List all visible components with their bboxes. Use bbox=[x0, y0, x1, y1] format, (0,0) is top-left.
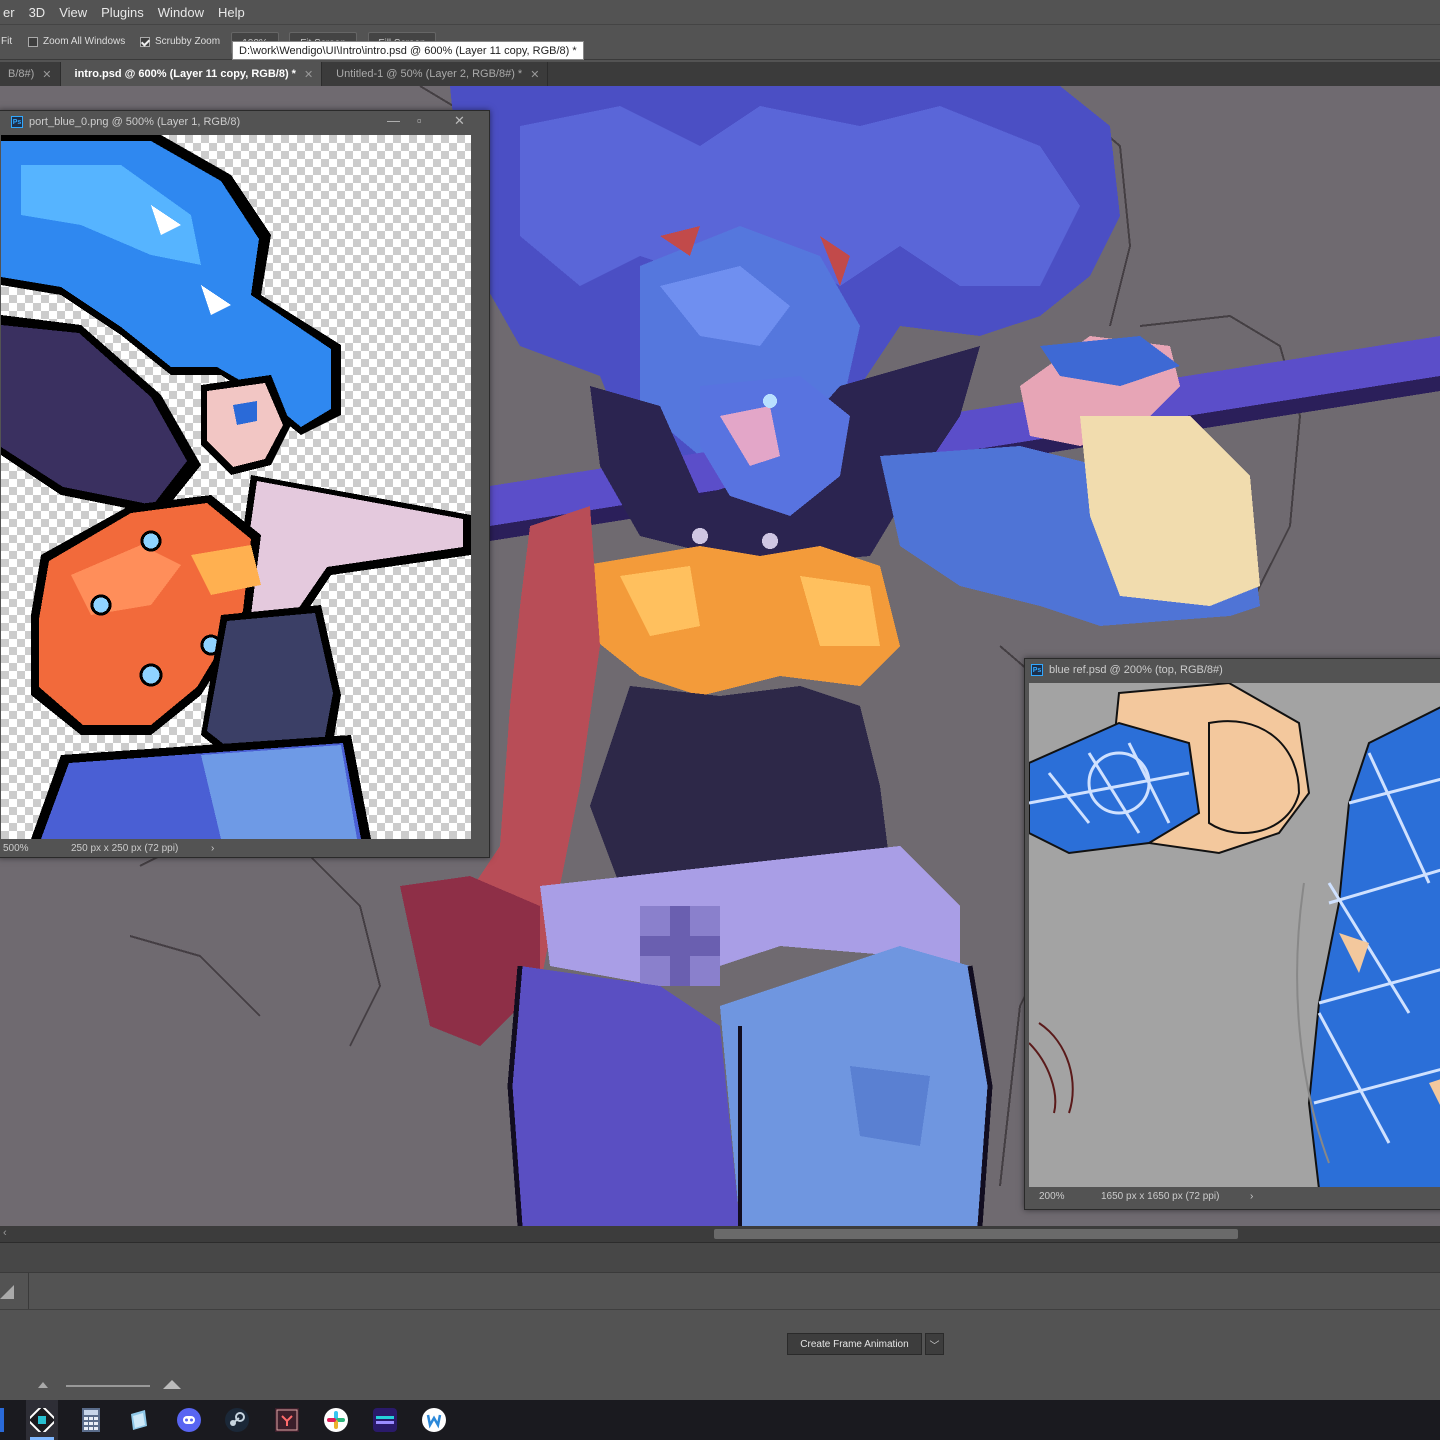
menu-view[interactable]: View bbox=[52, 5, 94, 20]
doc-window-title: port_blue_0.png @ 500% (Layer 1, RGB/8) bbox=[29, 116, 241, 128]
doc-size: 250 px x 250 px (72 ppi) bbox=[71, 842, 179, 854]
divider bbox=[0, 1309, 1440, 1310]
scrubby-zoom-option[interactable]: Scrubby Zoom bbox=[140, 36, 220, 47]
calculator-icon[interactable] bbox=[77, 1406, 105, 1434]
panel-header bbox=[0, 1242, 1440, 1272]
fit-label: Fit bbox=[1, 36, 13, 47]
menu-layer[interactable]: er bbox=[0, 5, 22, 20]
blue-ref-canvas[interactable] bbox=[1029, 683, 1440, 1189]
amazon-music-icon[interactable] bbox=[371, 1406, 399, 1434]
doc-window-titlebar[interactable]: Ps blue ref.psd @ 200% (top, RGB/8#) bbox=[1025, 659, 1440, 681]
divider bbox=[28, 1273, 29, 1309]
wunderlist-icon[interactable] bbox=[420, 1406, 448, 1434]
zoom-slider-track[interactable] bbox=[66, 1385, 150, 1387]
steam-icon[interactable] bbox=[223, 1406, 251, 1434]
scrubby-zoom-label: Scrubby Zoom bbox=[155, 36, 221, 47]
chevron-down-icon[interactable]: ﹀ bbox=[925, 1333, 944, 1355]
doc-status-bar: 500% 250 px x 250 px (72 ppi) › bbox=[0, 839, 489, 857]
unity-icon[interactable] bbox=[28, 1406, 56, 1434]
tab-intro[interactable]: intro.psd @ 600% (Layer 11 copy, RGB/8) … bbox=[60, 62, 323, 86]
taskbar bbox=[0, 1400, 1440, 1440]
zoom-all-windows-checkbox[interactable] bbox=[28, 36, 38, 47]
tab-previous[interactable]: B/8#) ✕ bbox=[0, 62, 61, 86]
portrait-artwork bbox=[1, 135, 471, 839]
menu-bar: er 3D View Plugins Window Help bbox=[0, 0, 1440, 24]
timeline-panel bbox=[0, 1272, 1440, 1394]
scrubby-zoom-checkbox[interactable] bbox=[140, 36, 150, 47]
panel-menu-icon[interactable] bbox=[0, 1285, 14, 1299]
chevron-right-icon[interactable]: › bbox=[211, 843, 214, 854]
ps-file-icon: Ps bbox=[11, 116, 23, 128]
close-icon[interactable]: ✕ bbox=[454, 113, 465, 129]
taskbar-edge-icon[interactable] bbox=[0, 1408, 4, 1432]
path-tooltip: D:\work\Wendigo\UI\Intro\intro.psd @ 600… bbox=[232, 41, 584, 60]
zoom-out-icon[interactable] bbox=[38, 1382, 48, 1388]
zoom-in-icon[interactable] bbox=[163, 1380, 181, 1389]
close-icon[interactable]: ✕ bbox=[304, 68, 313, 81]
menu-help[interactable]: Help bbox=[211, 5, 252, 20]
timeline-zoom-slider[interactable] bbox=[0, 1378, 1440, 1394]
slack-icon[interactable] bbox=[322, 1406, 350, 1434]
doc-status-bar: 200% 1650 px x 1650 px (72 ppi) › bbox=[1025, 1187, 1440, 1205]
zoom-level[interactable]: 200% bbox=[1039, 1191, 1065, 1202]
maximize-icon[interactable]: ▫ bbox=[417, 113, 422, 128]
create-frame-animation-button[interactable]: Create Frame Animation bbox=[787, 1333, 922, 1355]
notes-icon[interactable] bbox=[125, 1406, 153, 1434]
menu-plugins[interactable]: Plugins bbox=[94, 5, 151, 20]
horizontal-scrollbar[interactable]: ‹ bbox=[0, 1226, 1440, 1242]
discord-icon[interactable] bbox=[175, 1406, 203, 1434]
port-canvas[interactable] bbox=[1, 135, 471, 839]
scrollbar-thumb[interactable] bbox=[714, 1229, 1238, 1239]
doc-window-titlebar[interactable]: Ps port_blue_0.png @ 500% (Layer 1, RGB/… bbox=[0, 111, 489, 133]
document-tabs: B/8#) ✕ intro.psd @ 600% (Layer 11 copy, … bbox=[0, 62, 1440, 86]
scroll-left-icon[interactable]: ‹ bbox=[3, 1227, 7, 1239]
menu-3d[interactable]: 3D bbox=[22, 5, 53, 20]
doc-window-title: blue ref.psd @ 200% (top, RGB/8#) bbox=[1049, 664, 1223, 676]
zoom-level[interactable]: 500% bbox=[3, 843, 29, 854]
ps-file-icon: Ps bbox=[1031, 664, 1043, 676]
aseprite-icon[interactable] bbox=[273, 1406, 301, 1434]
doc-window-blue-ref[interactable]: Ps blue ref.psd @ 200% (top, RGB/8#) 200… bbox=[1024, 658, 1440, 1210]
reference-artwork bbox=[1029, 683, 1440, 1189]
tab-untitled[interactable]: Untitled-1 @ 50% (Layer 2, RGB/8#) * ✕ bbox=[322, 62, 549, 86]
doc-size: 1650 px x 1650 px (72 ppi) bbox=[1101, 1190, 1220, 1202]
options-bar: Fit Zoom All Windows Scrubby Zoom 100% F… bbox=[0, 24, 1440, 60]
doc-window-port-blue[interactable]: Ps port_blue_0.png @ 500% (Layer 1, RGB/… bbox=[0, 110, 490, 858]
zoom-all-windows-option[interactable]: Zoom All Windows bbox=[28, 36, 125, 47]
menu-window[interactable]: Window bbox=[151, 5, 211, 20]
canvas-area[interactable]: Ps port_blue_0.png @ 500% (Layer 1, RGB/… bbox=[0, 86, 1440, 1226]
close-icon[interactable]: ✕ bbox=[530, 68, 539, 81]
zoom-all-windows-label: Zoom All Windows bbox=[43, 36, 126, 47]
chevron-right-icon[interactable]: › bbox=[1250, 1191, 1253, 1202]
close-icon[interactable]: ✕ bbox=[42, 68, 51, 81]
minimize-icon[interactable]: — bbox=[387, 113, 400, 128]
